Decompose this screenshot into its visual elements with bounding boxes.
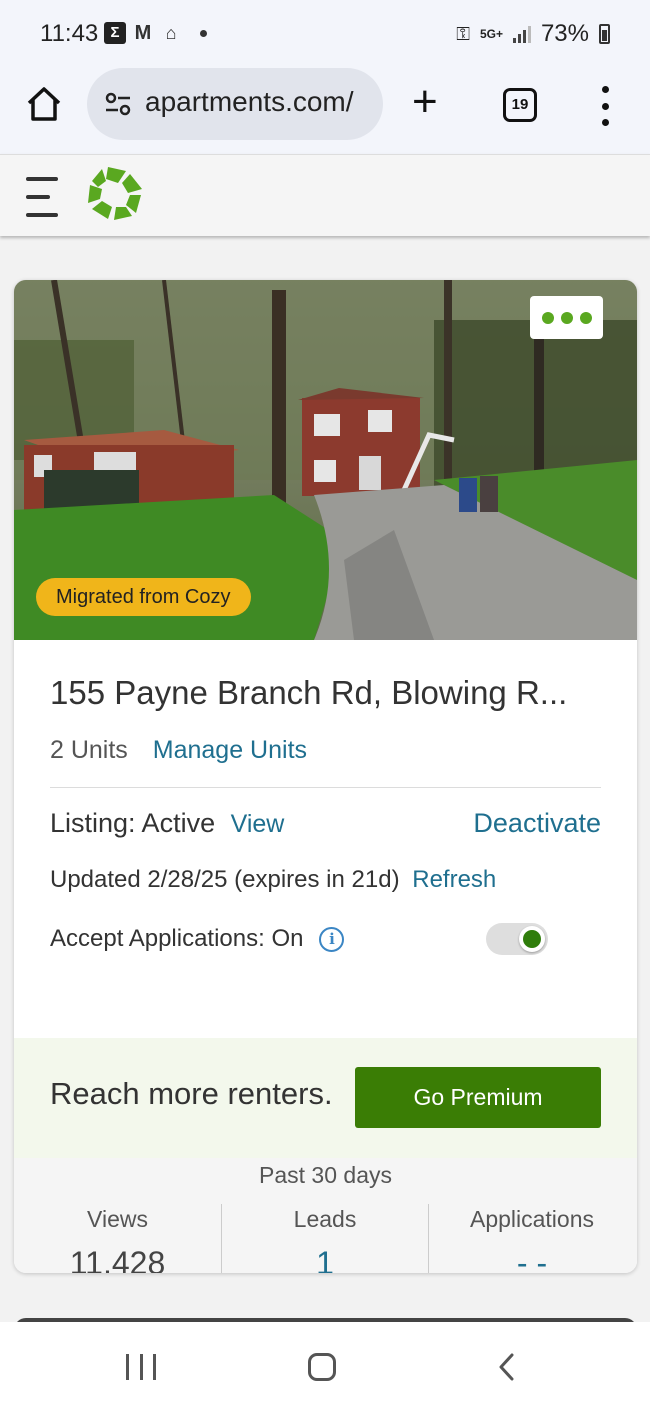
nav-home-icon[interactable] <box>308 1353 336 1381</box>
stat-label: Leads <box>293 1206 357 1232</box>
signal-icon <box>512 25 531 43</box>
stat-label: Views <box>87 1206 148 1232</box>
units-count: 2 Units <box>50 736 128 764</box>
divider <box>50 787 601 788</box>
status-time: 11:43 <box>40 20 99 47</box>
system-nav-bar <box>0 1322 650 1408</box>
status-bar: 11:43 Σ M ⌂ ⚿ 5G+ 73% <box>0 0 650 68</box>
tab-switcher-button[interactable]: 19 <box>503 88 537 122</box>
more-notifications-dot <box>200 29 207 37</box>
listing-status: Listing: Active <box>50 808 216 838</box>
go-premium-button[interactable]: Go Premium <box>355 1067 601 1128</box>
stat-value[interactable]: 1 <box>222 1245 428 1273</box>
stats-panel: Past 30 days Views 11,428 Leads 1 Applic… <box>14 1158 637 1273</box>
accept-applications-toggle[interactable] <box>486 923 548 955</box>
browser-toolbar: apartments.com/ + 19 <box>0 68 650 154</box>
premium-banner: Reach more renters. Go Premium <box>14 1038 637 1158</box>
system-status: ⚿ 5G+ 73% <box>456 20 610 48</box>
property-card: Migrated from Cozy 155 Payne Branch Rd, … <box>14 280 637 1273</box>
recent-apps-icon[interactable] <box>126 1354 156 1380</box>
google-home-icon: ⌂ <box>165 23 177 43</box>
stat-applications[interactable]: Applications - - <box>428 1204 635 1273</box>
gmail-icon: M <box>134 22 152 44</box>
address-bar[interactable]: apartments.com/ <box>87 68 383 140</box>
more-options-button[interactable] <box>530 296 603 339</box>
migrated-badge: Migrated from Cozy <box>36 578 251 616</box>
battery-icon <box>599 24 610 44</box>
new-tab-button[interactable]: + <box>412 80 438 124</box>
vpn-key-icon: ⚿ <box>456 23 470 44</box>
listing-status-line: Listing: Active View <box>50 808 284 839</box>
stat-views: Views 11,428 <box>14 1204 221 1273</box>
manage-units-link[interactable]: Manage Units <box>153 736 307 764</box>
sigma-app-icon: Σ <box>104 22 126 44</box>
stat-value: 11,428 <box>69 1245 166 1273</box>
deactivate-link[interactable]: Deactivate <box>473 808 601 839</box>
accept-applications-line: Accept Applications: On i <box>50 925 345 953</box>
browser-home-button[interactable] <box>24 84 64 124</box>
units-line: 2 Units Manage Units <box>50 736 307 765</box>
stat-label: Applications <box>469 1206 595 1232</box>
apartments-logo[interactable] <box>86 165 144 221</box>
site-header <box>0 154 650 236</box>
stat-value[interactable]: - - <box>429 1245 635 1273</box>
browser-menu-button[interactable] <box>600 86 610 126</box>
url-text: apartments.com/ <box>145 86 354 117</box>
notification-icons: Σ M ⌂ <box>104 22 207 44</box>
back-icon[interactable] <box>494 1352 524 1382</box>
updated-text: Updated 2/28/25 (expires in 21d) <box>50 866 400 893</box>
refresh-link[interactable]: Refresh <box>412 866 496 893</box>
home-icon <box>27 87 61 121</box>
stat-leads[interactable]: Leads 1 <box>221 1204 428 1273</box>
hamburger-menu-icon[interactable] <box>26 177 58 217</box>
view-listing-link[interactable]: View <box>231 810 285 838</box>
stats-period: Past 30 days <box>259 1162 392 1188</box>
battery-percent: 73% <box>540 20 589 47</box>
site-settings-icon[interactable] <box>105 92 131 116</box>
premium-text: Reach more renters. <box>50 1076 333 1111</box>
toggle-knob <box>519 926 545 952</box>
accept-applications-label: Accept Applications: On <box>50 925 304 952</box>
property-photo[interactable]: Migrated from Cozy <box>14 280 637 640</box>
info-icon[interactable]: i <box>319 926 345 952</box>
updated-line: Updated 2/28/25 (expires in 21d) Refresh <box>50 866 496 894</box>
property-address[interactable]: 155 Payne Branch Rd, Blowing R... <box>50 674 567 712</box>
network-type: 5G+ <box>479 27 503 41</box>
